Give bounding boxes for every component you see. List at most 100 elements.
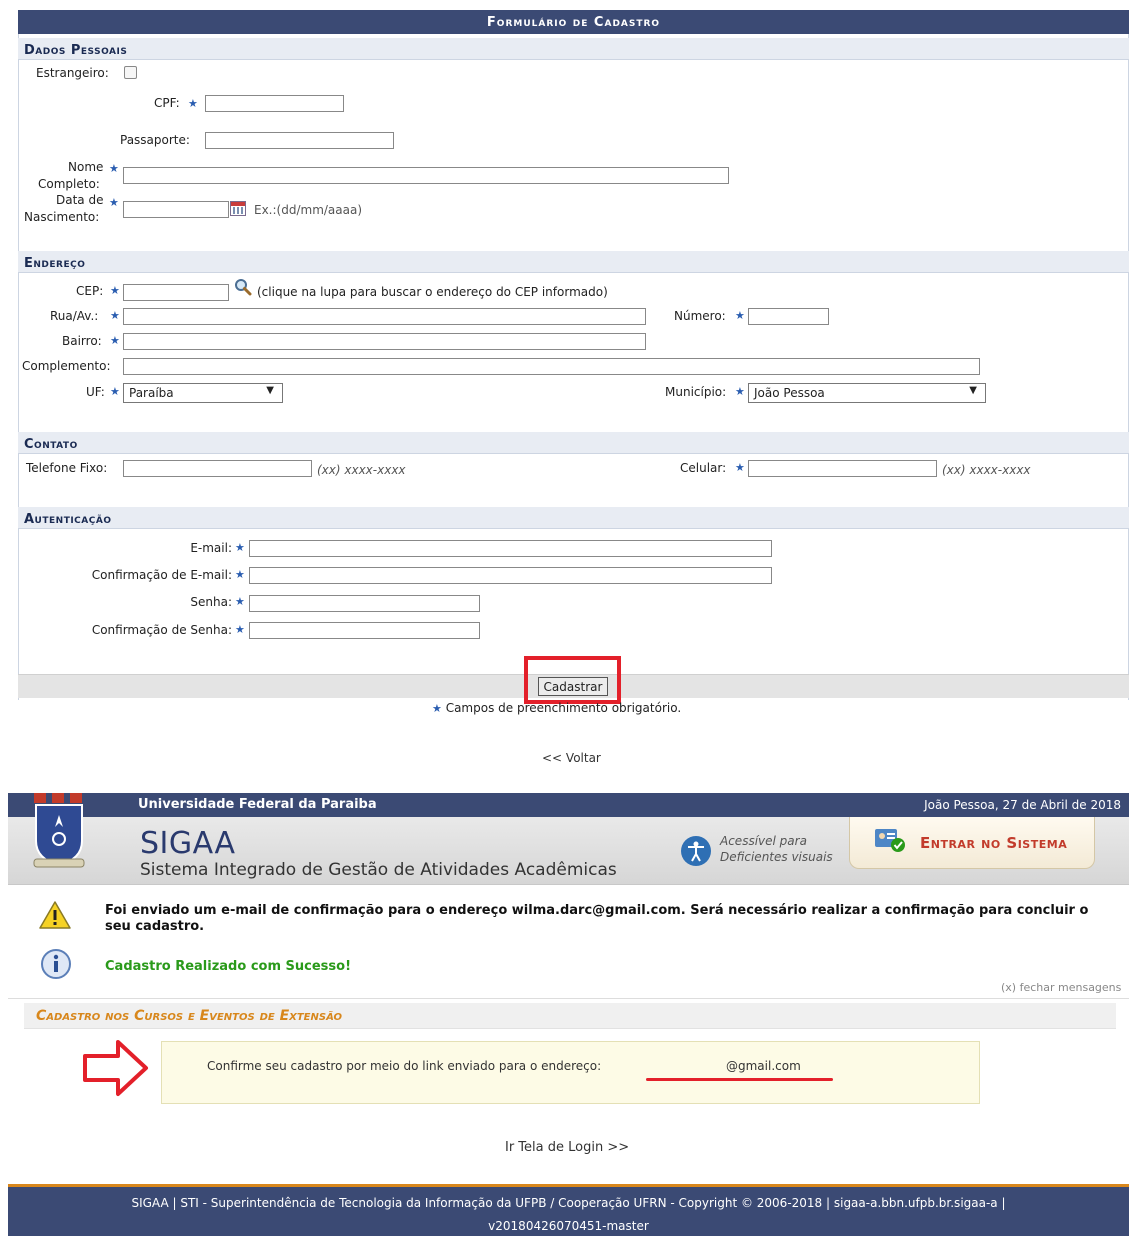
bairro-required-icon: ★ (110, 334, 120, 347)
uf-dropdown-icon: ▼ (266, 385, 274, 396)
messages-divider (8, 998, 1129, 999)
section-title-auth: Autenticação (24, 512, 112, 527)
cep-label: CEP: (76, 284, 104, 298)
nome-required-icon: ★ (109, 162, 119, 175)
form-title-bar: Formulário de Cadastro (18, 10, 1129, 34)
section-header-address: Endereço (18, 251, 1129, 273)
sigaa-logo-subtitle: Sistema Integrado de Gestão de Atividade… (140, 860, 617, 880)
ufpb-crest-logo (30, 793, 88, 869)
uf-select-value: Paraíba (129, 386, 174, 400)
back-link[interactable]: << Voltar (542, 751, 601, 765)
senha-confirm-label: Confirmação de Senha: (91, 623, 232, 637)
passaporte-label: Passaporte: (120, 133, 190, 147)
numero-label: Número: (674, 309, 726, 323)
section-header-auth: Autenticação (18, 507, 1129, 529)
rua-label: Rua/Av.: (50, 309, 99, 323)
data-label-line1: Data de (56, 193, 104, 207)
senha-label: Senha: (190, 595, 232, 609)
form-title: Formulário de Cadastro (486, 15, 661, 30)
nome-label-line2: Completo: (38, 177, 100, 191)
warning-message: Foi enviado um e-mail de confirmação par… (105, 903, 1089, 934)
section-title-address: Endereço (24, 256, 86, 271)
required-note-text: Campos de preenchimento obrigatório. (445, 701, 682, 715)
info-icon (40, 948, 72, 980)
cep-hint: (clique na lupa para buscar o endereço d… (257, 285, 608, 299)
complemento-input[interactable] (123, 358, 980, 375)
municipio-select-value: João Pessoa (754, 386, 825, 400)
estrangeiro-label: Estrangeiro: (36, 66, 109, 80)
required-note-icon: ★ (432, 702, 442, 715)
sigaa-top-bar: Universidade Federal da Paraiba João Pes… (8, 793, 1129, 817)
municipio-select[interactable]: João Pessoa ▼ (748, 383, 986, 403)
rua-required-icon: ★ (110, 309, 120, 322)
bairro-label: Bairro: (62, 334, 102, 348)
calendar-icon[interactable] (230, 201, 246, 216)
accessibility-line2[interactable]: Deficientes visuais (720, 850, 833, 864)
confirmation-box: Confirme seu cadastro por meio do link e… (161, 1041, 980, 1104)
passaporte-input[interactable] (205, 132, 394, 149)
close-messages-link[interactable]: (x) fechar mensagens (1001, 981, 1121, 994)
email-input[interactable] (249, 540, 772, 557)
estrangeiro-checkbox[interactable] (124, 66, 137, 79)
cep-required-icon: ★ (110, 284, 120, 297)
user-card-icon (874, 827, 906, 853)
login-system-label: Entrar no Sistema (920, 834, 1068, 852)
telefone-hint: (xx) xxxx-xxxx (317, 463, 406, 477)
senha-confirm-input[interactable] (249, 622, 480, 639)
email-confirm-input[interactable] (249, 567, 772, 584)
municipio-label: Município: (665, 385, 727, 399)
confirmation-text: Confirme seu cadastro por meio do link e… (207, 1059, 602, 1073)
footer-line2: v20180426070451-master (488, 1219, 649, 1233)
complemento-label: Complemento: (22, 359, 111, 373)
celular-input[interactable] (748, 460, 937, 477)
accessibility-icon[interactable] (681, 836, 711, 866)
extension-section-title: Cadastro nos Cursos e Eventos de Extensã… (36, 1008, 343, 1024)
section-title-contact: Contato (24, 437, 78, 452)
extension-section-header: Cadastro nos Cursos e Eventos de Extensã… (24, 1003, 1116, 1029)
nome-completo-input[interactable] (123, 167, 729, 184)
section-title-personal: Dados Pessoais (24, 43, 128, 58)
uf-select[interactable]: Paraíba ▼ (123, 383, 283, 403)
celular-required-icon: ★ (735, 461, 745, 474)
email-underline-annotation (646, 1078, 833, 1081)
uf-label: UF: (86, 385, 105, 399)
cep-input[interactable] (123, 284, 229, 301)
section-header-personal: Dados Pessoais (18, 38, 1129, 60)
form-container (18, 10, 1129, 700)
cadastrar-button[interactable]: Cadastrar (538, 677, 608, 696)
numero-required-icon: ★ (735, 309, 745, 322)
municipio-required-icon: ★ (735, 385, 745, 398)
footer-bar: SIGAA | STI - Superintendência de Tecnol… (8, 1184, 1129, 1236)
email-confirm-label: Confirmação de E-mail: (91, 568, 232, 582)
celular-label: Celular: (680, 461, 727, 475)
university-name: Universidade Federal da Paraiba (138, 797, 377, 812)
success-message: Cadastro Realizado com Sucesso! (105, 959, 352, 974)
telefone-input[interactable] (123, 460, 312, 477)
telefone-label: Telefone Fixo: (26, 461, 108, 475)
search-icon[interactable] (233, 278, 253, 296)
bairro-input[interactable] (123, 333, 646, 350)
uf-required-icon: ★ (110, 385, 120, 398)
sigaa-logo-title: SIGAA (140, 826, 236, 861)
email-required-icon: ★ (235, 541, 245, 554)
accessibility-line1[interactable]: Acessível para (720, 834, 807, 848)
cpf-required-icon: ★ (188, 97, 198, 110)
red-arrow-annotation (82, 1038, 150, 1098)
confirmation-email: @gmail.com (726, 1059, 801, 1073)
senha-confirm-required-icon: ★ (235, 623, 245, 636)
login-system-button[interactable]: Entrar no Sistema (849, 817, 1095, 869)
login-screen-link[interactable]: Ir Tela de Login >> (505, 1140, 629, 1155)
senha-input[interactable] (249, 595, 480, 612)
current-date: João Pessoa, 27 de Abril de 2018 (924, 798, 1121, 812)
section-header-contact: Contato (18, 432, 1129, 454)
celular-hint: (xx) xxxx-xxxx (942, 463, 1031, 477)
cpf-input[interactable] (205, 95, 344, 112)
senha-required-icon: ★ (235, 595, 245, 608)
rua-input[interactable] (123, 308, 646, 325)
data-required-icon: ★ (109, 196, 119, 209)
data-nascimento-input[interactable] (123, 201, 229, 218)
email-confirm-required-icon: ★ (235, 568, 245, 581)
municipio-dropdown-icon: ▼ (969, 385, 977, 396)
data-label-line2: Nascimento: (24, 210, 100, 224)
numero-input[interactable] (748, 308, 829, 325)
